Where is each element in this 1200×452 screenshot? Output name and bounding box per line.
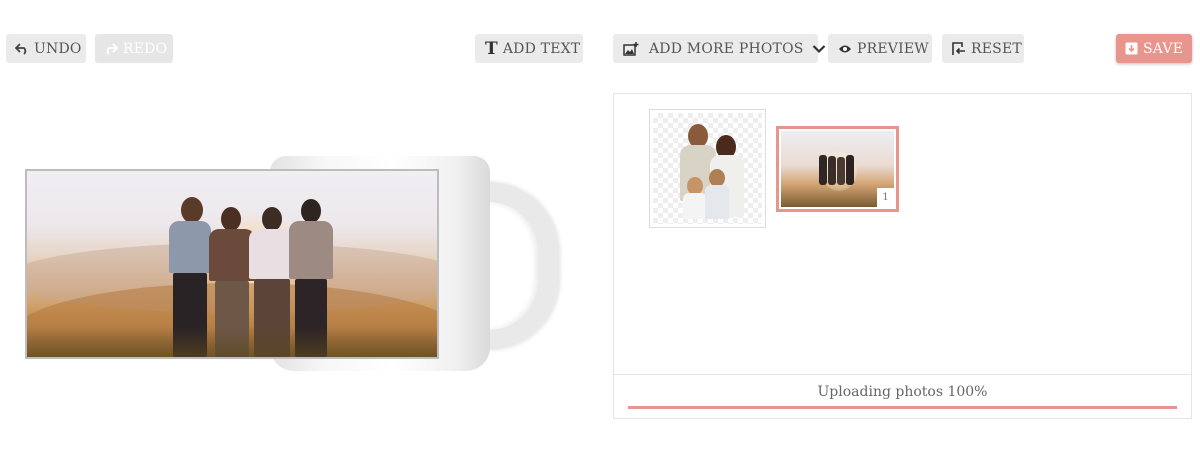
photo-thumbnail[interactable] (649, 109, 766, 228)
preview-label: PREVIEW (857, 40, 929, 57)
eye-icon (838, 44, 852, 54)
upload-progress-fill (628, 406, 1177, 409)
save-download-icon (1125, 42, 1138, 55)
upload-progress-bar (628, 406, 1177, 409)
chevron-down-icon[interactable] (812, 44, 826, 54)
undo-button[interactable]: UNDO (6, 34, 86, 63)
photo-count-badge: 1 (877, 188, 894, 207)
add-more-photos-button[interactable]: ADD MORE PHOTOS (613, 34, 825, 63)
reset-label: RESET (971, 40, 1022, 57)
add-image-icon (623, 41, 639, 56)
reset-button[interactable]: RESET (942, 34, 1024, 63)
save-label: SAVE (1143, 40, 1184, 57)
mug-preview (20, 140, 580, 390)
photo-panel: 1 Uploading photos 100% (613, 93, 1192, 419)
undo-arrow-icon (15, 42, 29, 55)
save-button[interactable]: SAVE (1116, 34, 1192, 63)
add-text-button[interactable]: T ADD TEXT (475, 34, 583, 63)
mug-photo-print[interactable] (25, 169, 439, 359)
undo-label: UNDO (34, 40, 82, 57)
redo-button[interactable]: REDO (95, 34, 173, 63)
text-T-icon: T (485, 38, 498, 59)
redo-label: REDO (123, 40, 168, 57)
add-more-photos-label: ADD MORE PHOTOS (649, 40, 804, 57)
redo-arrow-icon (104, 42, 118, 55)
panel-divider (614, 374, 1191, 375)
upload-status: Uploading photos 100% (817, 384, 988, 400)
reset-icon (951, 41, 966, 56)
preview-button[interactable]: PREVIEW (828, 34, 932, 63)
add-text-label: ADD TEXT (502, 40, 581, 57)
photo-thumbnail-selected[interactable]: 1 (776, 126, 899, 212)
